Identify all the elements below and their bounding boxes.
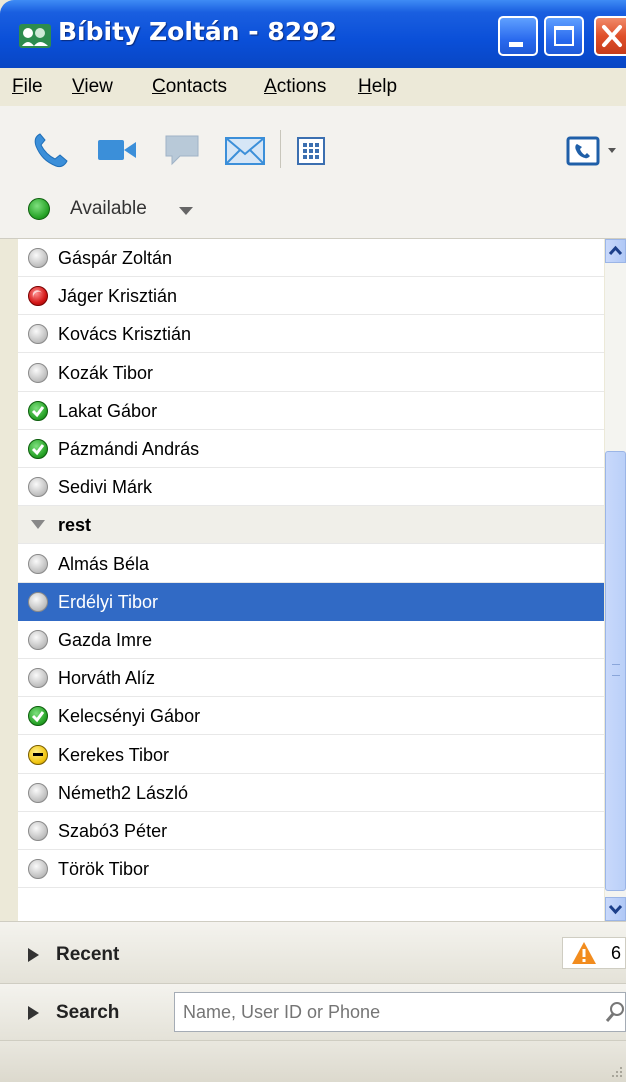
busy-status-icon	[28, 286, 48, 307]
available-status-icon	[28, 439, 48, 459]
expand-triangle-icon	[28, 948, 39, 962]
offline-status-icon	[28, 553, 48, 574]
contact-name: Erdélyi Tibor	[58, 591, 159, 612]
offline-status-icon	[28, 630, 48, 650]
offline-status-icon	[28, 362, 48, 383]
contact-row[interactable]: Kozák Tibor	[18, 354, 604, 392]
scroll-grip-icon	[612, 664, 620, 676]
contact-row[interactable]: Sedivi Márk	[18, 468, 604, 507]
offline-status-icon	[28, 248, 48, 268]
away-status-icon	[28, 744, 48, 765]
warning-icon	[572, 942, 596, 964]
contact-row[interactable]: Kovács Krisztián	[18, 315, 604, 354]
contact-name: Szabó3 Péter	[58, 821, 168, 841]
contact-name: Kelecsényi Gábor	[58, 706, 201, 727]
contact-row[interactable]: Kelecsényi Gábor	[18, 697, 604, 736]
contact-row[interactable]: Gáspár Zoltán	[18, 239, 604, 277]
search-label: Search	[56, 1002, 120, 1023]
contact-row[interactable]: Kerekes Tibor	[18, 736, 604, 774]
contact-name: Almás Béla	[58, 553, 150, 574]
search-input[interactable]	[174, 992, 626, 1032]
minimize-icon	[509, 42, 523, 47]
app-logo-icon	[19, 24, 51, 48]
app-window: Bíbity Zoltán - 8292 File View Contacts …	[0, 0, 626, 1082]
title-bar[interactable]: Bíbity Zoltán - 8292	[0, 0, 626, 68]
contact-row[interactable]: Jáger Krisztián	[18, 277, 604, 316]
contact-row[interactable]: Török Tibor	[18, 850, 604, 889]
contact-row[interactable]: Horváth Alíz	[18, 659, 604, 698]
group-name: rest	[58, 515, 92, 536]
maximize-button[interactable]	[544, 16, 584, 56]
contact-name: Gáspár Zoltán	[58, 248, 173, 268]
contact-list-scrollbar[interactable]	[605, 239, 626, 921]
available-status-icon	[28, 400, 48, 421]
video-icon[interactable]	[96, 130, 138, 170]
contact-row[interactable]: Erdélyi Tibor	[18, 582, 604, 621]
call-mode-icon[interactable]	[566, 130, 626, 170]
chevron-up-icon	[608, 245, 623, 256]
contact-name: Jáger Krisztián	[58, 286, 178, 307]
email-icon[interactable]	[224, 130, 266, 170]
menu-file[interactable]: File	[12, 76, 43, 98]
contact-list[interactable]: Gáspár Zoltán Jáger Krisztián Kovács Krisz…	[18, 239, 604, 921]
menu-contacts[interactable]: Contacts	[152, 76, 227, 98]
contact-row[interactable]: Pázmándi András	[18, 430, 604, 468]
chevron-down-icon	[608, 904, 623, 915]
recent-count: 6	[611, 943, 622, 963]
offline-status-icon	[28, 591, 48, 612]
maximize-icon	[554, 26, 574, 46]
minimize-button[interactable]	[498, 16, 538, 56]
scroll-down-button[interactable]	[605, 897, 626, 921]
offline-status-icon	[28, 324, 48, 345]
chevron-down-icon[interactable]	[178, 206, 194, 216]
available-status-icon	[28, 706, 48, 727]
contact-name: Kozák Tibor	[58, 362, 154, 383]
collapse-triangle-icon[interactable]	[30, 519, 46, 531]
offline-status-icon	[28, 821, 48, 841]
contact-name: Kovács Krisztián	[58, 324, 192, 345]
contact-row[interactable]: Lakat Gábor	[18, 392, 604, 430]
contact-name: Németh2 László	[58, 782, 189, 803]
search-icon[interactable]	[604, 1000, 626, 1024]
offline-status-icon	[28, 668, 48, 689]
menu-help[interactable]: Help	[358, 76, 397, 98]
recent-label: Recent	[56, 944, 120, 965]
window-title: Bíbity Zoltán - 8292	[58, 17, 337, 46]
expand-triangle-icon[interactable]	[28, 1006, 39, 1020]
group-header-row[interactable]: rest	[18, 506, 604, 545]
resize-grip-icon[interactable]	[610, 1065, 624, 1079]
presence-selector[interactable]: Available	[70, 198, 147, 220]
contact-name: Sedivi Márk	[58, 477, 153, 498]
recent-alert-badge[interactable]: 6	[562, 937, 626, 969]
toolbar-separator	[280, 130, 281, 168]
close-button[interactable]	[594, 16, 626, 56]
contact-row[interactable]: Németh2 László	[18, 774, 604, 812]
chat-icon[interactable]	[162, 130, 202, 170]
contact-name: Horváth Alíz	[58, 668, 156, 689]
offline-status-icon	[28, 859, 48, 880]
status-bar	[0, 1040, 626, 1082]
dialpad-icon[interactable]	[296, 130, 326, 170]
contact-row[interactable]: Szabó3 Péter	[18, 812, 604, 850]
scroll-thumb[interactable]	[605, 451, 626, 891]
contact-name: Gazda Imre	[58, 630, 153, 650]
contact-name: Lakat Gábor	[58, 400, 158, 421]
offline-status-icon	[28, 782, 48, 803]
contact-name: Kerekes Tibor	[58, 744, 170, 765]
contact-row[interactable]: Almás Béla	[18, 545, 604, 583]
menu-view[interactable]: View	[72, 76, 113, 98]
scroll-up-button[interactable]	[605, 239, 626, 263]
contact-name: Török Tibor	[58, 859, 150, 880]
offline-status-icon	[28, 477, 48, 498]
contact-row[interactable]: Gazda Imre	[18, 621, 604, 659]
available-status-icon	[28, 198, 50, 220]
phone-icon[interactable]	[30, 130, 70, 170]
menu-bar: File View Contacts Actions Help	[0, 68, 626, 106]
recent-panel[interactable]: Recent	[0, 921, 626, 983]
menu-actions[interactable]: Actions	[264, 76, 326, 98]
close-icon	[602, 25, 622, 47]
contact-name: Pázmándi András	[58, 439, 200, 459]
